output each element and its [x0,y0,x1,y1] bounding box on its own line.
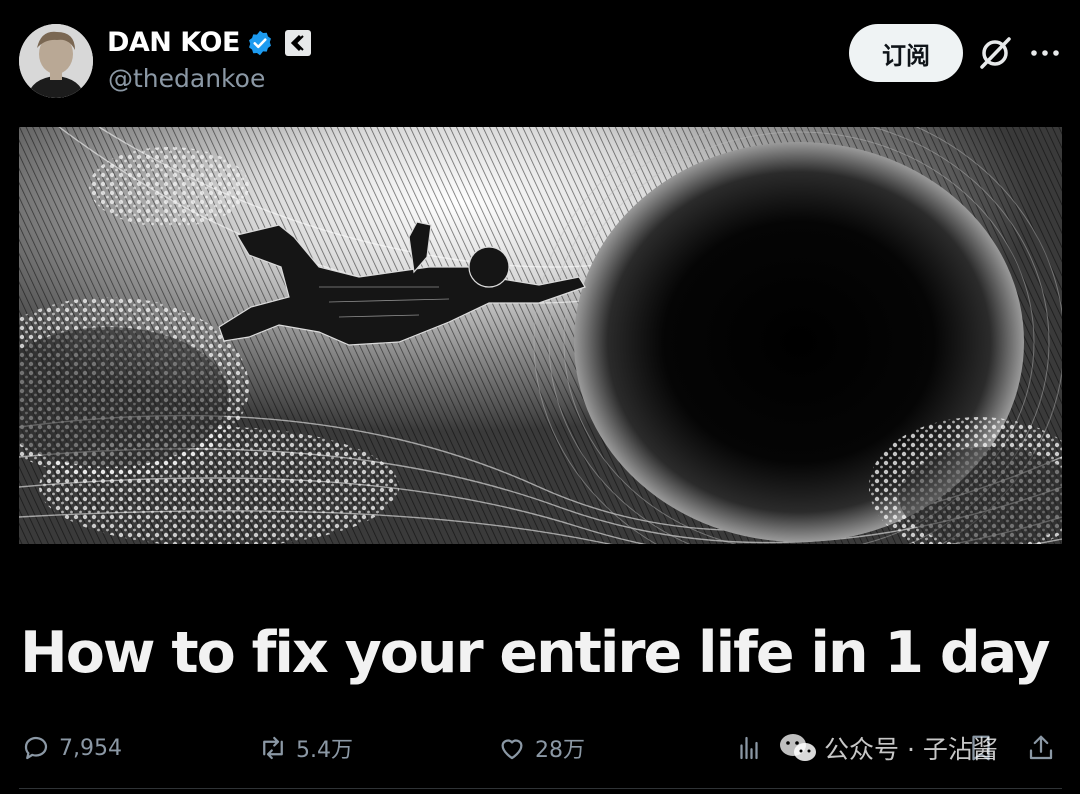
author-handle[interactable]: @thedankoe [108,64,265,93]
divider [19,788,1062,789]
grok-icon[interactable] [976,34,1014,72]
more-icon[interactable] [1028,38,1062,68]
like-button[interactable]: 28万 [497,728,585,768]
reply-icon [24,736,48,760]
like-icon [501,739,523,760]
author-name-row[interactable]: DAN KOE [107,27,312,58]
article-title[interactable]: How to fix your entire life in 1 day [20,620,1051,686]
author-avatar[interactable] [19,24,93,98]
author-display-name[interactable]: DAN KOE [107,27,240,58]
reply-count: 7,954 [59,735,122,761]
action-bar: 7,954 5.4万 28万 公众号 · 子沾酱 [0,728,1080,768]
reply-button[interactable]: 7,954 [21,728,122,768]
like-count: 28万 [535,738,585,763]
wechat-logo-icon [780,734,816,761]
subscribe-button[interactable]: 订阅 [849,24,963,82]
repost-count: 5.4万 [296,738,353,763]
verified-badge-icon [248,30,271,55]
watermark: 公众号 · 子沾酱 [778,728,998,768]
share-icon [1029,735,1053,760]
share-button[interactable] [1026,728,1056,768]
repost-icon [263,736,283,760]
repost-button[interactable]: 5.4万 [258,728,353,768]
article-cover-image[interactable] [19,127,1062,544]
watermark-text: 公众号 · 子沾酱 [824,735,998,764]
views-icon [740,736,758,760]
affiliate-badge-icon[interactable] [284,29,312,57]
views-button[interactable] [734,728,764,768]
